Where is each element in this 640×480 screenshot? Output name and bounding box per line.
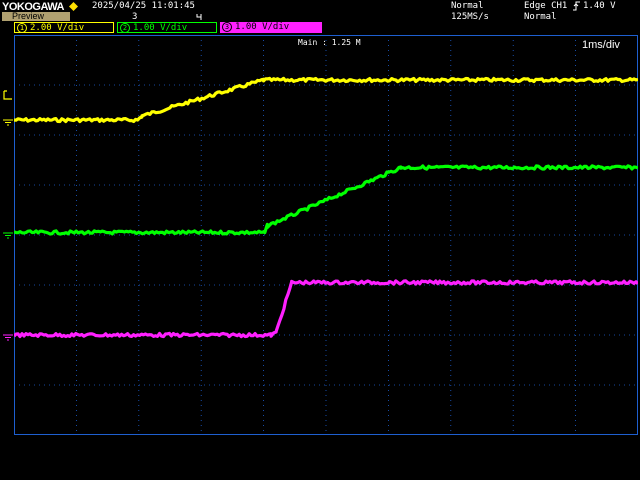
channel-2-info[interactable]: 2 1.00 V/div [117, 22, 217, 33]
trigger-slope-icon [573, 1, 580, 11]
ground-marker-icon[interactable] [3, 118, 13, 126]
channel-number-badge: 2 [120, 23, 130, 33]
trigger-mode: Normal [524, 12, 557, 22]
trigger-level-marker-icon[interactable] [3, 89, 13, 101]
sample-rate: 125MS/s [451, 12, 489, 22]
acquisition-mode: Normal [451, 1, 484, 11]
graticule [14, 35, 638, 435]
acquisition-count: 3 [132, 12, 138, 22]
datetime: 2025/04/25 11:01:45 [92, 1, 195, 11]
channel-3-info[interactable]: 3 1.00 V/div [220, 22, 322, 33]
waveform-display[interactable] [14, 35, 638, 435]
yokogawa-diamond-icon [69, 2, 78, 11]
channel-3-scale: 1.00 V/div [235, 22, 290, 32]
waveform-traces [14, 76, 638, 339]
acq-marker-icon [196, 14, 202, 20]
trigger-type: Edge CH1 [524, 1, 568, 11]
ground-marker-icon[interactable] [3, 231, 13, 239]
channel-number-badge: 3 [222, 22, 232, 32]
channel-2-trace [14, 164, 638, 236]
channel-3-trace [14, 279, 638, 339]
trigger-level: 1.40 V [583, 1, 616, 11]
channel-2-scale: 1.00 V/div [133, 23, 188, 33]
ground-marker-icon[interactable] [3, 333, 13, 341]
channel-number-badge: 1 [17, 23, 27, 33]
channel-1-scale: 2.00 V/div [30, 23, 85, 33]
main-record-length: Main : 1.25 M [298, 38, 361, 47]
preview-label: Preview [2, 12, 70, 21]
timebase-label: 1ms/div [582, 39, 620, 51]
channel-1-info[interactable]: 1 2.00 V/div [14, 22, 114, 33]
